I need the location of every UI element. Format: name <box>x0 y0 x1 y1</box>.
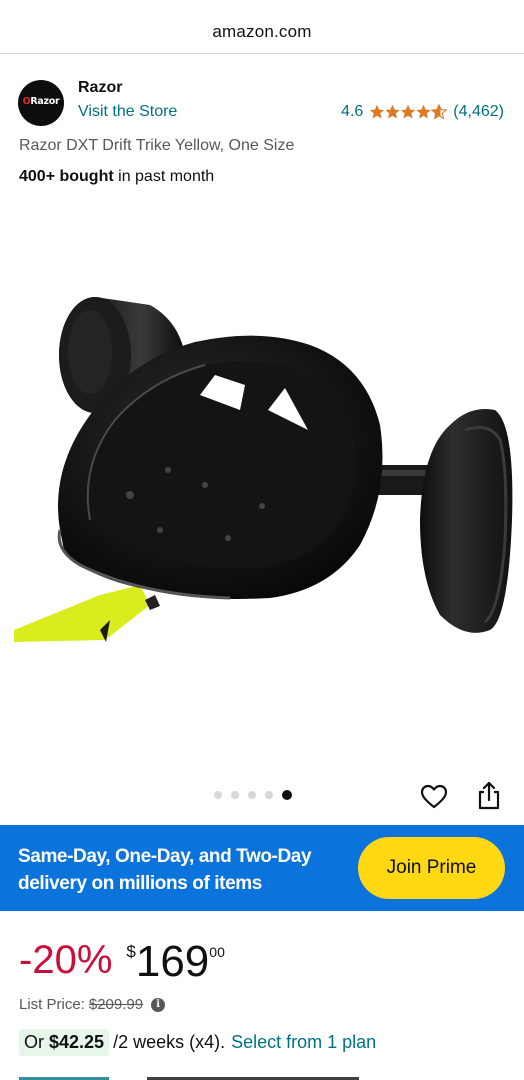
price-currency: $ <box>126 942 136 961</box>
bought-in-past-month: 400+ bought in past month <box>19 168 215 185</box>
carousel-dot[interactable] <box>248 791 256 799</box>
heart-icon <box>420 784 448 809</box>
share-button[interactable] <box>474 780 504 812</box>
price-row: -20% $ 169 00 <box>19 932 225 992</box>
price-fraction: 00 <box>209 944 225 960</box>
save-to-list-button[interactable] <box>419 782 449 812</box>
rating-count: (4,462) <box>453 103 504 120</box>
list-price: List Price: $209.99 i <box>19 996 166 1013</box>
yellow-frame <box>14 585 160 642</box>
truncated-next-line <box>19 1074 359 1080</box>
right-wheel <box>420 409 513 633</box>
url-text[interactable]: amazon.com <box>0 22 524 42</box>
carousel-dot[interactable] <box>231 791 239 799</box>
logo-text: Razor <box>30 96 60 107</box>
carousel-dot[interactable] <box>265 791 273 799</box>
select-plan-link[interactable]: Select from 1 plan <box>231 1032 376 1053</box>
rating-value: 4.6 <box>341 103 364 120</box>
product-title: Razor DXT Drift Trike Yellow, One Size <box>19 137 295 154</box>
installment-amount-pill: Or $42.25 <box>19 1029 110 1056</box>
browser-url-bar[interactable]: amazon.com <box>0 0 524 54</box>
brand-row: ORazor Razor Visit the Store 4.6 (4,462) <box>0 76 524 126</box>
installment-terms: /2 weeks (x4). <box>113 1032 226 1052</box>
visit-store-link[interactable]: Visit the Store <box>78 103 177 121</box>
brand-logo[interactable]: ORazor <box>18 80 64 126</box>
star-rating <box>369 104 447 120</box>
price-whole: 169 <box>135 937 210 986</box>
join-prime-button[interactable]: Join Prime <box>358 837 505 899</box>
rating-summary[interactable]: 4.6 (4,462) <box>341 103 504 121</box>
image-carousel-indicator[interactable] <box>214 790 292 800</box>
carousel-dot[interactable] <box>214 791 222 799</box>
list-price-value: $209.99 <box>88 996 144 1013</box>
prime-banner: Same-Day, One-Day, and Two-Day delivery … <box>0 825 524 911</box>
info-icon[interactable]: i <box>151 997 166 1012</box>
product-image[interactable] <box>0 250 524 670</box>
share-icon <box>478 781 500 810</box>
stars-icon <box>370 104 447 119</box>
installment-plan: Or $42.25 /2 weeks (x4). Select from 1 p… <box>19 1029 376 1056</box>
carousel-dot-active[interactable] <box>282 790 292 800</box>
discount-percent: -20% <box>19 938 113 982</box>
brand-name: Razor <box>78 79 123 96</box>
prime-banner-text: Same-Day, One-Day, and Two-Day delivery … <box>18 846 312 894</box>
